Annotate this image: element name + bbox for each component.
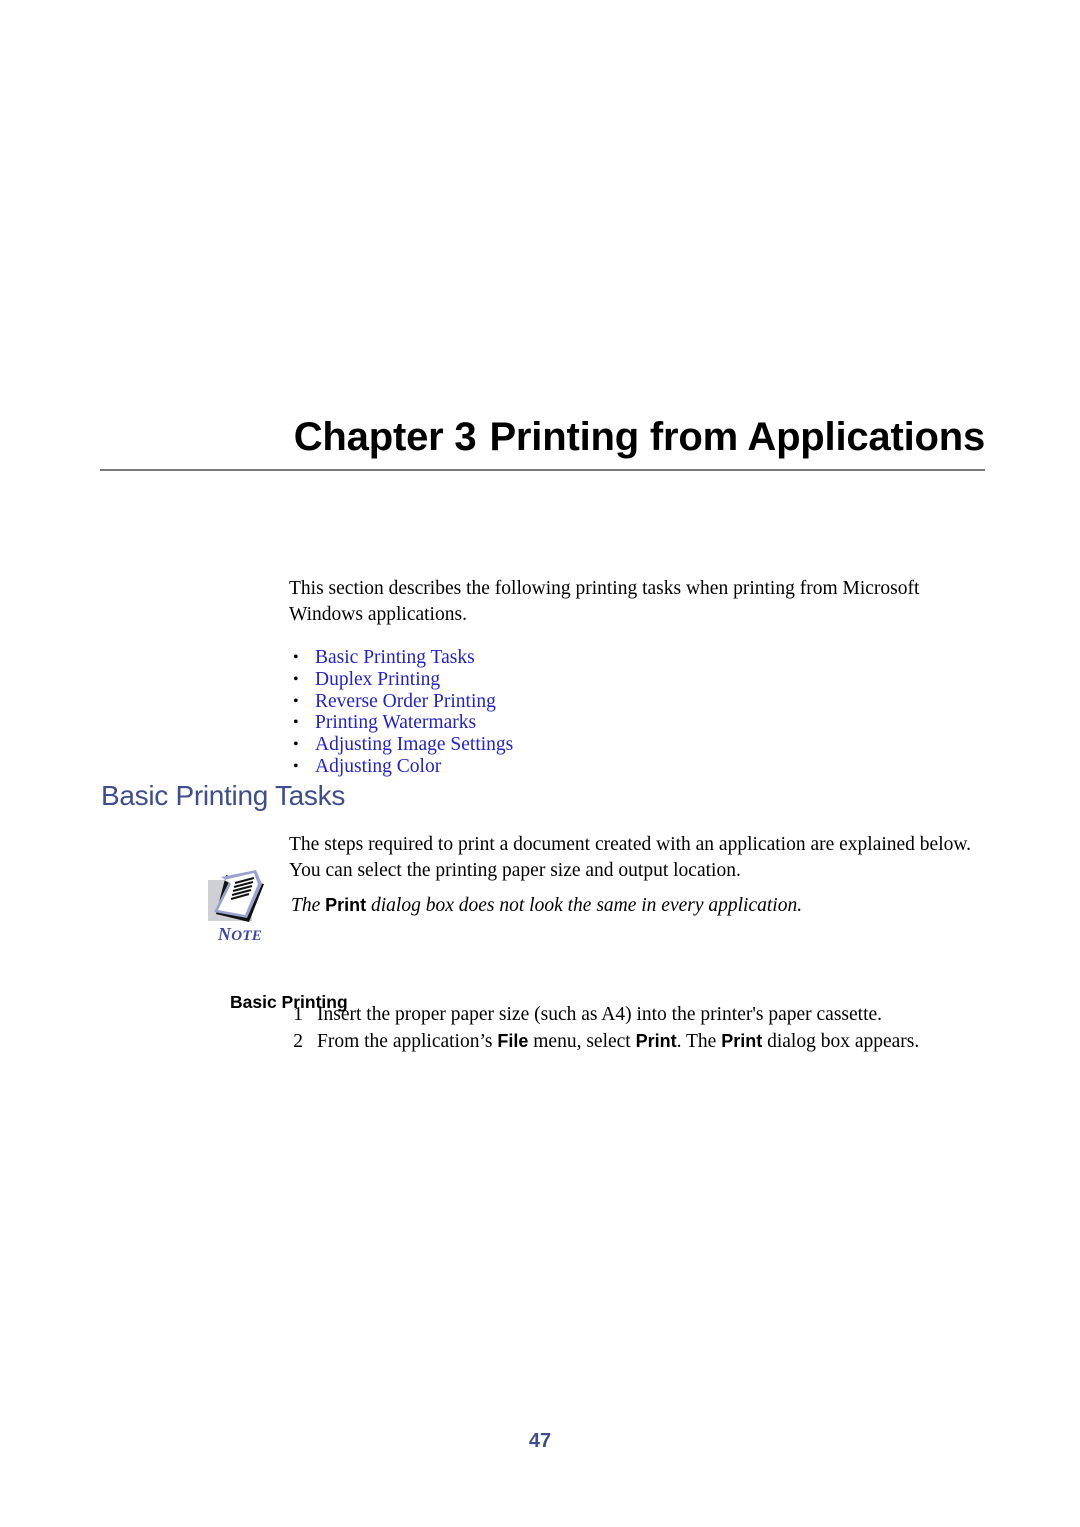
link-adjusting-color[interactable]: Adjusting Color — [315, 756, 441, 777]
step-keyword-print-dialog: Print — [721, 1031, 763, 1051]
bullet-icon: • — [293, 692, 299, 710]
chapter-header: Chapter 3 Printing from Applications — [100, 412, 985, 471]
bullet-icon: • — [293, 757, 299, 775]
step-text-part: From the application’s — [317, 1031, 498, 1052]
step-number: 1 — [293, 1004, 303, 1025]
section-link-list: • Basic Printing Tasks • Duplex Printing… — [289, 647, 989, 778]
link-adjusting-image-settings[interactable]: Adjusting Image Settings — [315, 734, 513, 755]
step-text-part: menu, select — [528, 1031, 636, 1052]
step-text-part: dialog box appears. — [762, 1031, 920, 1052]
note-keyword-print: Print — [325, 895, 367, 915]
step-number: 2 — [293, 1031, 303, 1052]
link-duplex-printing[interactable]: Duplex Printing — [315, 669, 440, 690]
note-label-rest: OTE — [231, 928, 263, 944]
chapter-label: Chapter — [293, 415, 444, 459]
document-page: Chapter 3 Printing from Applications This… — [0, 0, 1080, 1527]
bullet-icon: • — [293, 649, 299, 666]
bullet-icon: • — [293, 670, 299, 688]
intro-paragraph: This section describes the following pri… — [289, 577, 920, 625]
list-item: • Reverse Order Printing — [289, 691, 989, 713]
list-item: • Duplex Printing — [289, 669, 989, 691]
link-reverse-order-printing[interactable]: Reverse Order Printing — [315, 691, 496, 712]
link-basic-printing-tasks[interactable]: Basic Printing Tasks — [315, 647, 475, 668]
bullet-icon: • — [293, 714, 299, 732]
note-icon-group: NOTE — [206, 868, 284, 950]
list-item: • Adjusting Color — [289, 756, 989, 778]
step-keyword-file: File — [497, 1031, 529, 1051]
note-text: The Print dialog box does not look the s… — [291, 892, 991, 919]
list-item: • Basic Printing Tasks — [289, 647, 989, 669]
chapter-title: Chapter 3 Printing from Applications — [100, 412, 985, 462]
intro-section: This section describes the following pri… — [289, 556, 989, 778]
note-label: NOTE — [207, 924, 273, 945]
list-item: • Adjusting Image Settings — [289, 734, 989, 756]
step-row: 2 From the application’s File menu, sele… — [289, 1028, 989, 1055]
chapter-number: 3 — [454, 415, 477, 459]
step-text-part: . The — [676, 1031, 722, 1052]
note-label-first: N — [217, 924, 232, 944]
list-item: • Printing Watermarks — [289, 712, 989, 734]
page-number: 47 — [528, 1430, 552, 1452]
chapter-divider — [100, 469, 985, 471]
step-row: 1 Insert the proper paper size (such as … — [289, 1001, 989, 1028]
section-paragraph: The steps required to print a document c… — [289, 833, 972, 881]
note-text-before: The — [291, 895, 326, 916]
section-heading-basic-printing-tasks: Basic Printing Tasks — [101, 780, 346, 812]
steps-list: 1 Insert the proper paper size (such as … — [289, 1001, 989, 1055]
chapter-title-text: Printing from Applications — [489, 415, 985, 459]
step-keyword-print: Print — [635, 1031, 677, 1051]
link-printing-watermarks[interactable]: Printing Watermarks — [315, 712, 476, 733]
note-text-after: dialog box does not look the same in eve… — [366, 895, 803, 916]
note-pad-icon — [208, 870, 264, 922]
bullet-icon: • — [293, 736, 299, 754]
step-text: Insert the proper paper size (such as A4… — [317, 1004, 883, 1025]
